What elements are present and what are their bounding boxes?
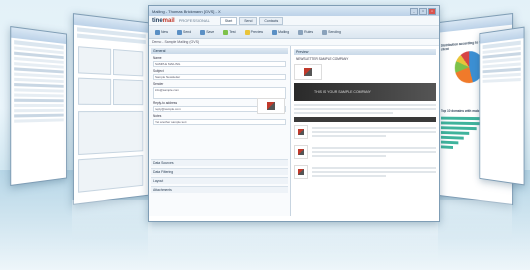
bar bbox=[440, 131, 470, 135]
name-field[interactable]: SAMPLE MAILING bbox=[153, 61, 286, 67]
article-image bbox=[294, 125, 308, 139]
save-button[interactable]: Save bbox=[197, 28, 217, 37]
sending-button[interactable]: Sending bbox=[319, 28, 344, 37]
tab-contacts[interactable]: Contacts bbox=[259, 16, 284, 25]
rules-button[interactable]: Rules bbox=[295, 28, 316, 37]
article-image bbox=[294, 145, 308, 159]
bar bbox=[440, 126, 477, 131]
notes-field[interactable]: Yet another sample text bbox=[153, 119, 286, 125]
new-button[interactable]: New bbox=[152, 28, 171, 37]
section-attachments[interactable]: Attachments bbox=[151, 186, 288, 193]
company-logo bbox=[257, 98, 285, 114]
section-data-filtering[interactable]: Data Filtering bbox=[151, 168, 288, 175]
maximize-button[interactable]: □ bbox=[419, 7, 427, 15]
background-window-left-far bbox=[10, 25, 67, 187]
field-label: Sender bbox=[153, 82, 164, 86]
article-image bbox=[294, 165, 308, 179]
window-close-icon[interactable]: × bbox=[428, 7, 436, 15]
properties-pane: General Name SAMPLE MAILING Subject Samp… bbox=[149, 46, 291, 216]
test-icon bbox=[223, 29, 229, 35]
ribbon-toolbar: New Send Save Test Preview Mailing Rules… bbox=[149, 26, 439, 39]
preview-banner: THIS IS YOUR SAMPLE COMPANY bbox=[294, 83, 436, 101]
window-title: Mailing - Thomas Brickmann [GVS] - X bbox=[152, 8, 221, 14]
save-icon bbox=[200, 29, 206, 35]
send-button[interactable]: Send bbox=[174, 28, 194, 37]
preview-pane: Preview NEWSLETTER SAMPLE COMPANY THIS I… bbox=[291, 46, 439, 216]
main-window: Mailing - Thomas Brickmann [GVS] - X _ □… bbox=[148, 5, 440, 222]
subject-field[interactable]: Sample Newsletter bbox=[153, 74, 286, 80]
preview-button[interactable]: Preview bbox=[242, 28, 266, 37]
divider bbox=[294, 117, 436, 122]
app-logo: tinemail bbox=[152, 17, 175, 24]
tab-start[interactable]: Start bbox=[219, 16, 238, 25]
mailing-icon bbox=[272, 29, 278, 35]
send-icon bbox=[177, 29, 183, 35]
rules-icon bbox=[298, 29, 304, 35]
preview-header: Preview bbox=[294, 49, 436, 55]
section-layout[interactable]: Layout bbox=[151, 177, 288, 184]
brand-bar: tinemail PROFESSIONAL Start Send Contact… bbox=[149, 16, 439, 26]
bar bbox=[440, 145, 454, 149]
preview-title: NEWSLETTER SAMPLE COMPANY bbox=[296, 57, 349, 61]
preview-logo bbox=[294, 64, 322, 80]
field-label: Name bbox=[153, 56, 162, 60]
tab-send[interactable]: Send bbox=[239, 16, 258, 25]
window-reflection bbox=[72, 200, 152, 240]
preview-icon bbox=[244, 29, 250, 35]
window-reflection bbox=[148, 222, 438, 262]
window-reflection bbox=[430, 200, 512, 240]
field-label: Notes bbox=[153, 114, 162, 118]
bar bbox=[440, 135, 464, 140]
sending-icon bbox=[322, 29, 328, 35]
background-window-left bbox=[72, 13, 150, 205]
new-icon bbox=[155, 29, 160, 35]
section-data-sources[interactable]: Data Sources bbox=[151, 159, 288, 166]
bar bbox=[440, 140, 459, 145]
minimize-button[interactable]: _ bbox=[410, 7, 418, 15]
mailing-button[interactable]: Mailing bbox=[269, 28, 292, 37]
background-window-right-far bbox=[479, 26, 525, 186]
edition-label: PROFESSIONAL bbox=[178, 18, 210, 23]
breadcrumb: Demo - Sample Mailing (GVS) bbox=[149, 39, 439, 46]
section-header-general[interactable]: General bbox=[151, 48, 288, 54]
tab-strip: Start Send Contacts bbox=[219, 16, 284, 25]
field-label: Subject bbox=[153, 69, 164, 73]
window-titlebar: Mailing - Thomas Brickmann [GVS] - X _ □… bbox=[149, 6, 439, 16]
bar bbox=[440, 121, 485, 126]
test-button[interactable]: Test bbox=[220, 28, 238, 37]
